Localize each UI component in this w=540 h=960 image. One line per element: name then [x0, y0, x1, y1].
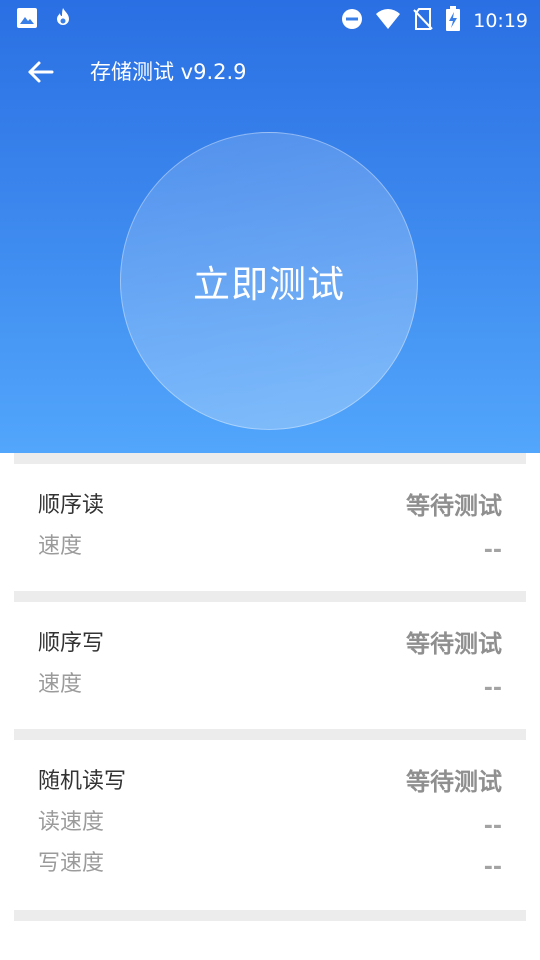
arrow-back-icon	[24, 61, 56, 92]
seq-write-speed-label: 速度	[38, 672, 83, 697]
random-rw-header: 随机读写 等待测试	[38, 767, 502, 797]
random-read-speed-row: 读速度 --	[38, 808, 502, 839]
seq-write-speed-row: 速度 --	[38, 670, 502, 701]
seq-read-speed-label: 速度	[38, 534, 83, 559]
random-write-speed-label: 写速度	[38, 851, 105, 876]
status-time: 10:19	[473, 10, 528, 32]
divider	[14, 591, 526, 602]
random-rw-status: 等待测试	[406, 768, 502, 796]
app-title: 存储测试 v9.2.9	[90, 60, 247, 84]
screen: 10:19 存储测试 v9.2.9 立即测试 顺序读 等待测试 速度 -- 顺序…	[0, 0, 540, 960]
app-bar: 存储测试 v9.2.9	[0, 44, 540, 100]
seq-read-title: 顺序读	[38, 493, 105, 518]
random-read-speed-value: --	[483, 814, 502, 839]
start-test-button[interactable]: 立即测试	[120, 132, 418, 430]
random-rw-title: 随机读写	[38, 769, 127, 794]
random-rw-card: 随机读写 等待测试 读速度 -- 写速度 --	[14, 740, 526, 910]
back-button[interactable]	[24, 56, 56, 88]
divider	[14, 453, 526, 464]
seq-write-header: 顺序写 等待测试	[38, 629, 502, 659]
start-test-label: 立即测试	[193, 263, 345, 306]
seq-read-speed-row: 速度 --	[38, 532, 502, 563]
status-bar: 10:19	[0, 0, 540, 36]
seq-read-header: 顺序读 等待测试	[38, 491, 502, 521]
divider	[14, 729, 526, 740]
flame-icon	[52, 7, 74, 33]
seq-write-title: 顺序写	[38, 631, 105, 656]
seq-write-speed-value: --	[483, 676, 502, 701]
dnd-icon	[341, 8, 363, 34]
seq-write-status: 等待测试	[406, 630, 502, 658]
wifi-icon	[375, 8, 401, 34]
seq-read-card: 顺序读 等待测试 速度 --	[14, 464, 526, 591]
no-sim-icon	[413, 7, 433, 35]
seq-write-card: 顺序写 等待测试 速度 --	[14, 602, 526, 729]
seq-read-speed-value: --	[483, 538, 502, 563]
divider	[14, 910, 526, 921]
random-read-speed-label: 读速度	[38, 810, 105, 835]
image-icon	[16, 7, 38, 33]
battery-charging-icon	[445, 6, 461, 36]
seq-read-status: 等待测试	[406, 492, 502, 520]
random-write-speed-value: --	[483, 855, 502, 880]
random-write-speed-row: 写速度 --	[38, 849, 502, 880]
